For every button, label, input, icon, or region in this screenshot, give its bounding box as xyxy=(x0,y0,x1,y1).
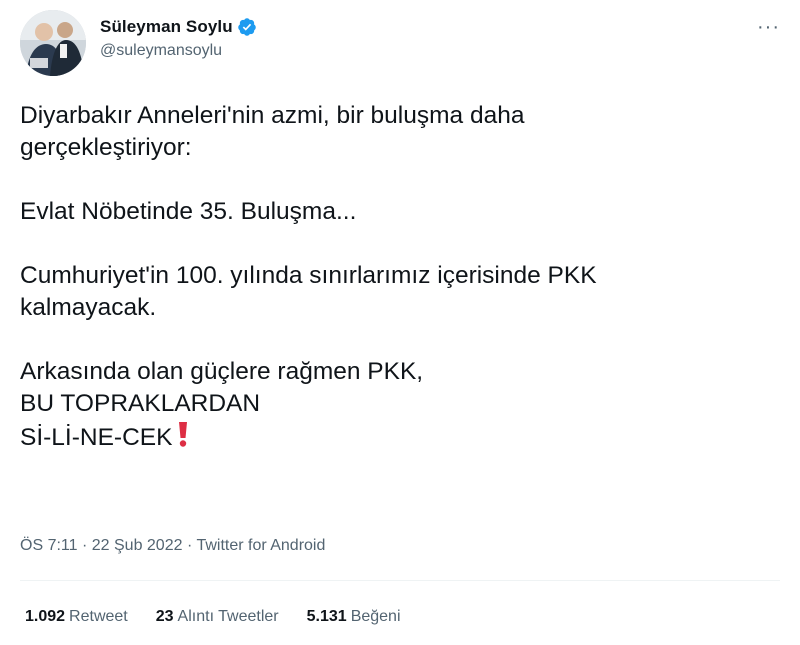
author-name[interactable]: Süleyman Soylu xyxy=(100,17,233,37)
retweets-stat[interactable]: 1.092 Retweet xyxy=(25,608,128,626)
author-block: Süleyman Soylu @suleymansoylu xyxy=(100,14,257,60)
author-handle[interactable]: @suleymansoylu xyxy=(100,42,257,60)
tweet-source[interactable]: Twitter for Android xyxy=(196,537,325,554)
retweets-count: 1.092 xyxy=(25,608,66,625)
verified-badge-icon xyxy=(237,17,257,37)
more-horizontal-icon[interactable]: ··· xyxy=(757,16,780,39)
divider xyxy=(20,580,780,581)
tweet-date[interactable]: 22 Şub 2022 xyxy=(92,537,183,554)
tweet-line: Diyarbakır Anneleri'nin azmi, bir buluşm… xyxy=(20,102,525,129)
tweet-paragraph: Evlat Nöbetinde 35. Buluşma... xyxy=(20,196,780,228)
meta-separator: · xyxy=(81,537,88,554)
tweet-line: BU TOPRAKLARDAN xyxy=(20,390,261,417)
tweet-line: Evlat Nöbetinde 35. Buluşma... xyxy=(20,198,357,225)
author-name-row: Süleyman Soylu xyxy=(100,14,257,40)
tweet-line: Arkasında olan güçlere rağmen PKK, xyxy=(20,358,424,385)
retweets-label: Retweet xyxy=(69,608,128,625)
likes-count: 5.131 xyxy=(306,608,347,625)
likes-label: Beğeni xyxy=(350,608,401,625)
tweet-line-last: Sİ-Lİ-NE-CEK xyxy=(20,420,780,457)
quotes-label: Alıntı Tweetler xyxy=(177,608,279,625)
likes-stat[interactable]: 5.131 Beğeni xyxy=(307,608,401,626)
avatar-photo xyxy=(20,10,86,76)
tweet-line: gerçekleştiriyor: xyxy=(20,134,192,161)
avatar[interactable] xyxy=(20,10,86,76)
quotes-stat[interactable]: 23 Alıntı Tweetler xyxy=(156,608,279,626)
tweet-meta: ÖS 7:11 · 22 Şub 2022 · Twitter for Andr… xyxy=(20,537,325,555)
quotes-count: 23 xyxy=(155,608,174,625)
tweet-card: Süleyman Soylu @suleymansoylu ··· Diyarb… xyxy=(0,0,800,645)
tweet-time[interactable]: ÖS 7:11 xyxy=(20,537,78,554)
tweet-line: Cumhuriyet'in 100. yılında sınırlarımız … xyxy=(20,262,597,289)
tweet-text: Diyarbakır Anneleri'nin azmi, bir buluşm… xyxy=(20,100,780,457)
tweet-paragraph: Cumhuriyet'in 100. yılında sınırlarımız … xyxy=(20,260,780,324)
tweet-line: kalmayacak. xyxy=(20,294,157,321)
tweet-stats: 1.092 Retweet 23 Alıntı Tweetler 5.131 Beğe… xyxy=(25,608,429,626)
meta-separator: · xyxy=(186,537,193,554)
red-exclamation-mark-icon xyxy=(176,420,190,457)
tweet-line-text: Sİ-Lİ-NE-CEK xyxy=(20,424,173,451)
tweet-paragraph: Arkasında olan güçlere rağmen PKK, BU TO… xyxy=(20,356,780,457)
tweet-paragraph: Diyarbakır Anneleri'nin azmi, bir buluşm… xyxy=(20,100,780,164)
